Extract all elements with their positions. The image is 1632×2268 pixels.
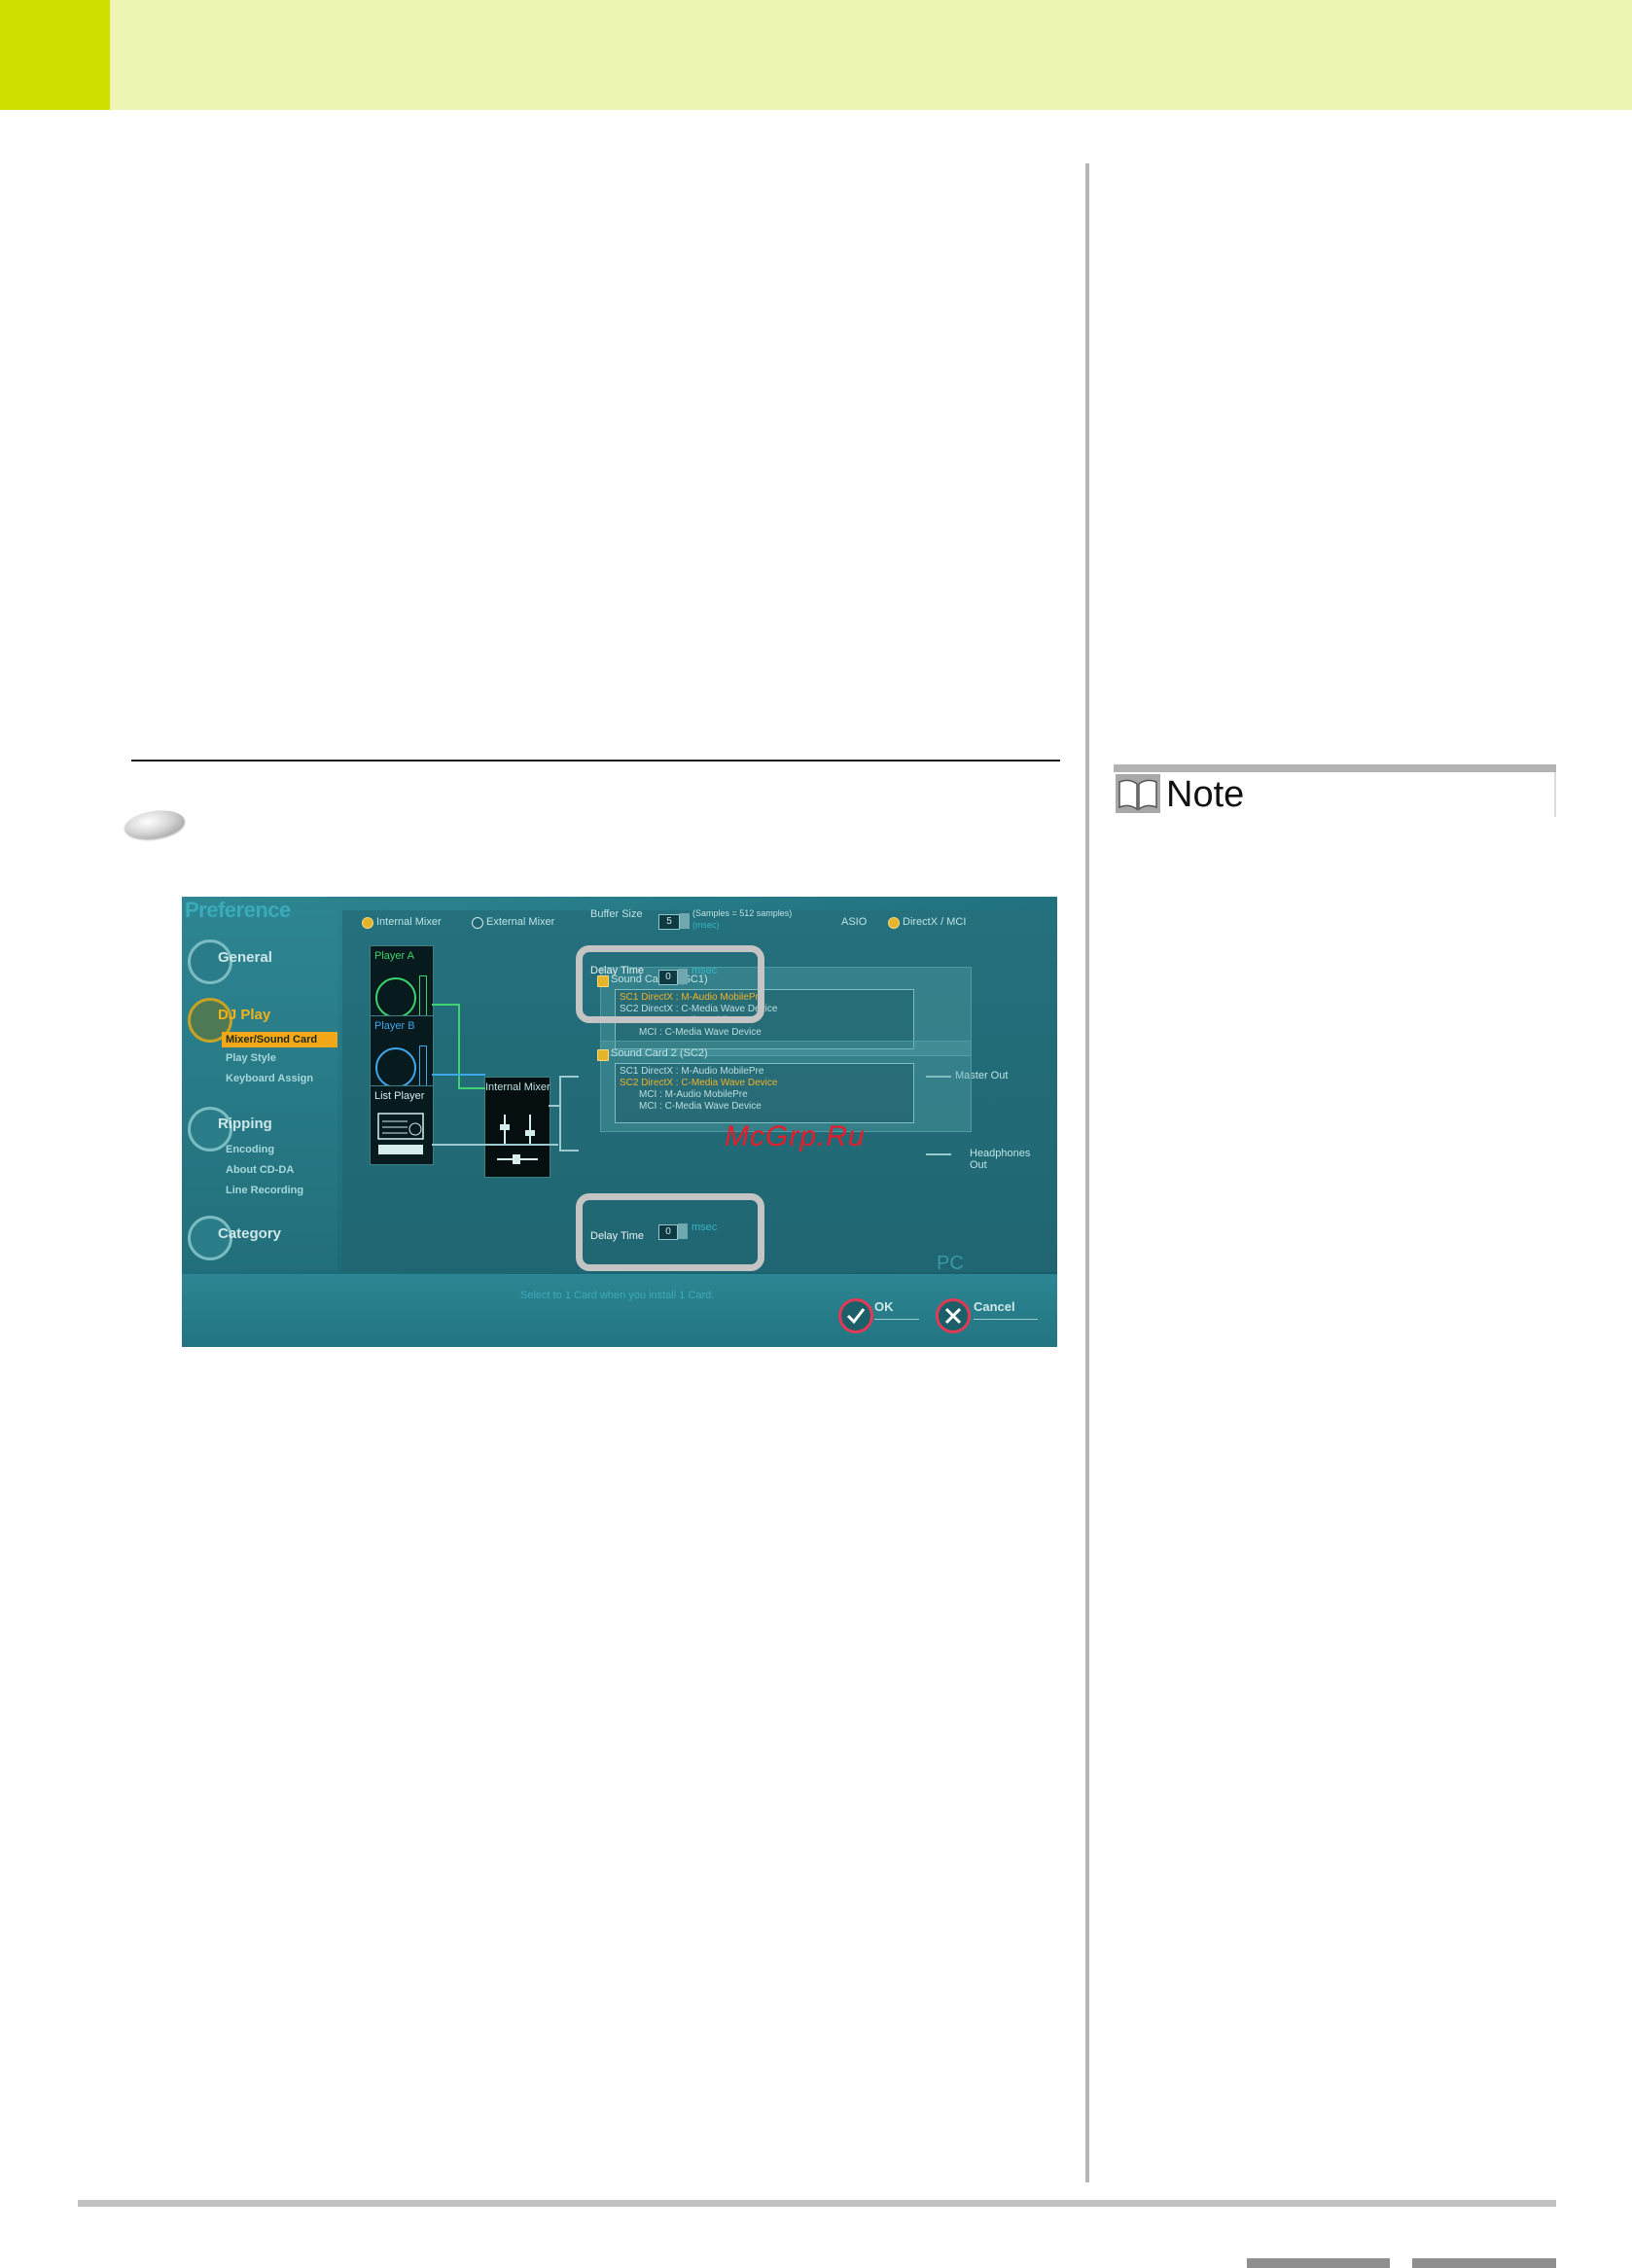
sound-card-2-row-4[interactable]: MCI : C-Media Wave Device	[639, 1101, 762, 1112]
directx-label: DirectX / MCI	[903, 916, 967, 928]
buffer-size-note: (Samples = 512 samples)	[692, 908, 793, 918]
window-title: Preference	[185, 898, 291, 922]
header-band	[0, 0, 1632, 110]
player-a-wire-h	[458, 1087, 485, 1089]
player-a-label: Player A	[374, 950, 414, 962]
list-player-icon	[377, 1113, 424, 1154]
ok-button[interactable]	[838, 1298, 873, 1333]
sound-card-2-row-3[interactable]: MCI : M-Audio MobilePre	[639, 1089, 748, 1100]
internal-mixer-radio[interactable]	[362, 917, 373, 929]
bus-to-card2	[559, 1150, 579, 1152]
buffer-size-label: Buffer Size	[590, 908, 643, 920]
row-text: MCI : M-Audio MobilePre	[639, 1089, 748, 1100]
internal-mixer-box: Internal Mixer	[484, 1077, 550, 1178]
note-topbar	[1114, 764, 1556, 772]
cancel-button[interactable]	[936, 1298, 971, 1333]
check-icon	[846, 1308, 866, 1325]
nav-sub-encoding[interactable]: Encoding	[226, 1144, 274, 1155]
delay-time-2-highlight	[576, 1193, 764, 1271]
player-b-fader[interactable]	[419, 1045, 427, 1088]
section-rule	[131, 760, 1060, 762]
player-a[interactable]: Player A	[370, 945, 434, 1025]
note-edge	[1554, 772, 1556, 817]
player-b-jog-icon[interactable]	[375, 1047, 416, 1088]
nav-ripping[interactable]: Ripping	[218, 1116, 272, 1132]
player-a-fader[interactable]	[419, 975, 427, 1018]
mixer-faders-icon	[497, 1115, 538, 1164]
nav-sub-about-cd-da[interactable]: About CD-DA	[226, 1164, 294, 1176]
column-divider	[1085, 163, 1089, 2182]
nav-dj-play[interactable]: DJ Play	[218, 1007, 270, 1023]
close-icon	[944, 1307, 962, 1325]
sound-card-1-row-4[interactable]: MCI : C-Media Wave Device	[639, 1027, 762, 1038]
headphones-out-wire	[926, 1153, 951, 1155]
external-mixer-radio[interactable]	[472, 917, 483, 929]
list-player[interactable]: List Player	[370, 1085, 434, 1165]
hint-text: Select to 1 Card when you install 1 Card…	[520, 1290, 715, 1301]
ok-underline	[874, 1319, 919, 1320]
player-a-wire	[432, 1004, 459, 1006]
buffer-size-input[interactable]: 5	[658, 914, 680, 930]
bullet-oval-icon	[123, 806, 187, 843]
buffer-size-unit: (msec)	[692, 920, 720, 930]
sound-card-2-row-2[interactable]: SC2 DirectX : C-Media Wave Device	[620, 1078, 777, 1088]
nav-sub-mixer-sound-card[interactable]: Mixer/Sound Card	[222, 1032, 337, 1047]
pc-label: PC	[937, 1253, 964, 1274]
player-a-wire-v	[458, 1004, 460, 1089]
footer-rule	[78, 2200, 1556, 2207]
delay-time-1-highlight	[576, 945, 764, 1023]
row-tag: SC1	[620, 1066, 639, 1077]
list-player-wire	[432, 1144, 558, 1146]
sound-card-2-checkbox[interactable]	[597, 1049, 609, 1061]
sound-card-2-title: Sound Card 2 (SC2)	[611, 1047, 708, 1059]
row-text: MCI : C-Media Wave Device	[639, 1027, 762, 1038]
buffer-size-stepper[interactable]	[680, 913, 690, 929]
player-b-wire	[432, 1074, 485, 1076]
nav-general[interactable]: General	[218, 949, 272, 966]
nav-sub-line-recording[interactable]: Line Recording	[226, 1185, 303, 1196]
external-mixer-label: External Mixer	[486, 916, 555, 928]
header-square	[0, 0, 110, 110]
player-b-label: Player B	[374, 1020, 415, 1032]
cancel-label[interactable]: Cancel	[974, 1299, 1015, 1314]
note-label: Note	[1166, 774, 1245, 815]
row-text: DirectX : M-Audio MobilePre	[641, 1066, 764, 1077]
preference-screenshot: Preference General DJ Play Mixer/Sound C…	[182, 897, 1057, 1347]
ok-label[interactable]: OK	[874, 1299, 894, 1314]
headphones-out-label: Headphones Out	[970, 1148, 1031, 1171]
sound-card-2-row-1[interactable]: SC1 DirectX : M-Audio MobilePre	[620, 1066, 763, 1077]
player-b[interactable]: Player B	[370, 1015, 434, 1095]
list-player-label: List Player	[374, 1090, 425, 1102]
sound-card-2-panel: Sound Card 2 (SC2) SC1 DirectX : M-Audio…	[597, 1041, 972, 1132]
book-icon	[1116, 774, 1160, 813]
internal-mixer-label-box: Internal Mixer	[485, 1081, 550, 1093]
row-text: MCI : C-Media Wave Device	[639, 1101, 762, 1112]
row-text: DirectX : C-Media Wave Device	[641, 1078, 778, 1088]
internal-mixer-label: Internal Mixer	[376, 916, 442, 928]
bottom-bar	[182, 1274, 1057, 1347]
watermark-text: McGrp.Ru	[725, 1120, 866, 1152]
note-header: Note	[1114, 764, 1556, 817]
mixer-bus-wire	[559, 1076, 561, 1152]
player-a-jog-icon[interactable]	[375, 977, 416, 1018]
footer-tab-next[interactable]	[1412, 2258, 1556, 2268]
directx-radio[interactable]	[888, 917, 900, 929]
footer-tab-prev[interactable]	[1247, 2258, 1390, 2268]
bus-to-card1	[559, 1076, 579, 1078]
row-tag: SC2	[620, 1078, 639, 1088]
cancel-underline	[974, 1319, 1038, 1320]
asio-label: ASIO	[841, 916, 868, 928]
nav-sub-play-style[interactable]: Play Style	[226, 1052, 276, 1064]
nav-category[interactable]: Category	[218, 1225, 281, 1242]
sound-card-2-list[interactable]: SC1 DirectX : M-Audio MobilePre SC2 Dire…	[615, 1063, 914, 1123]
nav-sub-keyboard-assign[interactable]: Keyboard Assign	[226, 1073, 313, 1084]
